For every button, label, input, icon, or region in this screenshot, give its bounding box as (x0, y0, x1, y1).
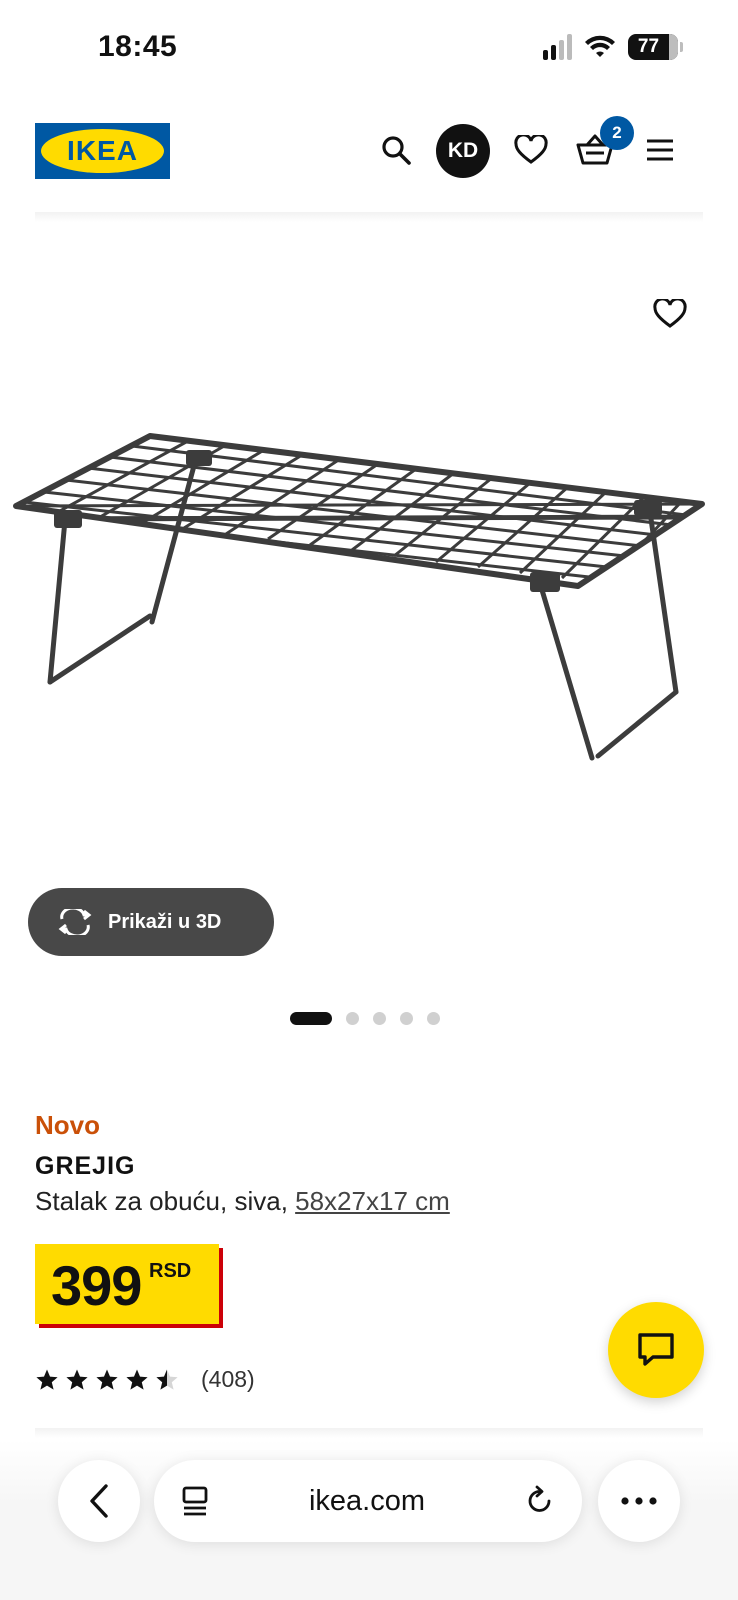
browser-toolbar: ikea.com (0, 1440, 738, 1600)
avatar[interactable]: KD (436, 124, 490, 178)
more-button[interactable] (598, 1460, 680, 1542)
signal-icon (543, 34, 572, 60)
site-header: IKEA KD 2 (0, 110, 738, 222)
view-in-3d-button[interactable]: Prikaži u 3D (28, 888, 274, 956)
product-description: Stalak za obuću, siva, 58x27x17 cm (35, 1186, 450, 1217)
new-badge: Novo (35, 1110, 100, 1140)
tabs-icon[interactable] (180, 1485, 210, 1517)
logo-text: IKEA (67, 135, 138, 166)
back-button[interactable] (58, 1460, 140, 1542)
battery-icon: 77 (628, 34, 683, 60)
half-star-icon (156, 1369, 178, 1390)
gallery-dot[interactable] (427, 1012, 440, 1025)
chat-icon (638, 1333, 674, 1366)
url-text: ikea.com (308, 1484, 426, 1517)
status-bar: 18:45 77 (0, 0, 738, 100)
product-description-text: Stalak za obuću, siva, (35, 1186, 296, 1216)
view-in-3d-label: Prikaži u 3D (108, 910, 222, 933)
star-icon (36, 1369, 58, 1390)
review-count: (408) (201, 1366, 255, 1392)
gallery-dot[interactable] (373, 1012, 386, 1025)
header-divider (35, 212, 703, 222)
rating[interactable]: (408) (35, 1366, 255, 1393)
star-icon (126, 1369, 148, 1390)
status-icons: 77 (543, 34, 683, 60)
star-icon (66, 1369, 88, 1390)
reload-icon[interactable] (524, 1485, 556, 1517)
product-name: GREJIG (35, 1152, 136, 1180)
product-dimensions-link[interactable]: 58x27x17 cm (295, 1186, 450, 1216)
status-time: 18:45 (98, 30, 178, 63)
price-tag: 399 RSD (35, 1244, 219, 1324)
cart-count-badge: 2 (600, 116, 634, 150)
gallery-pagination (0, 1012, 738, 1025)
menu-icon[interactable] (638, 128, 682, 172)
price-currency: RSD (149, 1260, 192, 1282)
heart-icon[interactable] (509, 128, 553, 172)
section-divider (35, 1428, 703, 1438)
battery-level: 77 (637, 36, 660, 57)
gallery-dot[interactable] (290, 1012, 332, 1025)
search-icon[interactable] (374, 128, 418, 172)
add-to-favourites-icon[interactable] (646, 290, 694, 338)
gallery-dot[interactable] (400, 1012, 413, 1025)
chat-button[interactable] (608, 1302, 704, 1398)
star-icon (96, 1369, 118, 1390)
back-icon (90, 1484, 108, 1518)
price-value: 399 (51, 1254, 142, 1317)
ikea-logo[interactable]: IKEA (35, 123, 170, 179)
gallery-dot[interactable] (346, 1012, 359, 1025)
product-image[interactable] (10, 420, 730, 800)
wifi-icon (585, 35, 615, 57)
address-bar[interactable]: ikea.com (154, 1460, 582, 1542)
rotate-3d-icon (58, 909, 92, 935)
more-icon (621, 1497, 657, 1505)
